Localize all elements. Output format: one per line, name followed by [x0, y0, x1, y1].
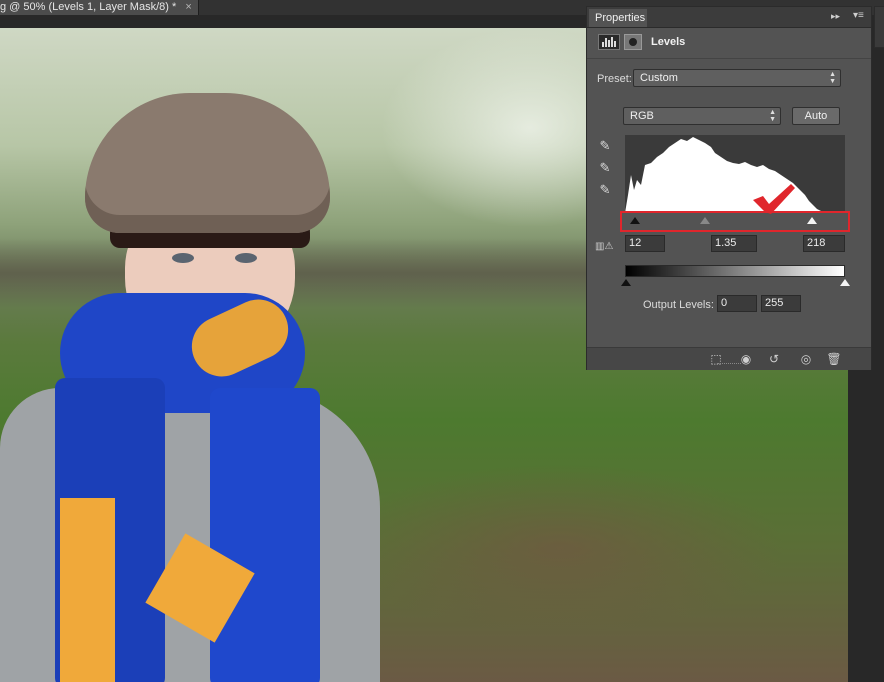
- resize-grip[interactable]: [717, 363, 741, 367]
- output-levels-label: Output Levels:: [643, 299, 714, 311]
- channel-dropdown[interactable]: RGB ▲ ▼: [623, 107, 781, 125]
- dropdown-arrows-icon: ▲ ▼: [829, 71, 836, 85]
- collapsed-panel-strip[interactable]: [874, 6, 884, 48]
- close-tab-icon[interactable]: ×: [185, 0, 191, 14]
- trash-icon[interactable]: 🗑: [825, 351, 843, 367]
- black-eyedropper-icon[interactable]: ✎: [597, 138, 613, 154]
- adjustment-header: Levels: [587, 28, 871, 59]
- panel-tab-bar: Properties ▸▸ ▾≡: [587, 7, 871, 28]
- output-white-handle[interactable]: [840, 279, 850, 286]
- input-gamma-field[interactable]: 1.35: [711, 235, 757, 252]
- adjustment-title: Levels: [651, 36, 686, 48]
- input-white-field[interactable]: 218: [803, 235, 845, 252]
- histogram-graph: [625, 137, 845, 213]
- preset-dropdown[interactable]: Custom ▲ ▼: [633, 69, 841, 87]
- properties-tab[interactable]: Properties: [589, 9, 647, 27]
- histogram-shape: [625, 137, 845, 213]
- output-black-handle[interactable]: [621, 279, 631, 286]
- reset-icon[interactable]: ↺: [765, 351, 783, 367]
- visibility-eye-icon[interactable]: ◎: [797, 351, 815, 367]
- scarf-left-stripe: [60, 498, 115, 682]
- output-black-field[interactable]: 0: [717, 295, 757, 312]
- annotation-highlight-box: [620, 211, 850, 232]
- annotation-checkmark-icon: [753, 184, 795, 214]
- preset-label: Preset:: [597, 73, 632, 85]
- panel-menu-icon[interactable]: ▾≡: [853, 10, 864, 21]
- input-black-field[interactable]: 12: [625, 235, 665, 252]
- collapse-panel-icon[interactable]: ▸▸: [831, 11, 840, 22]
- preset-value: Custom: [640, 72, 678, 84]
- output-gradient-bar: [625, 265, 845, 277]
- channel-value: RGB: [630, 110, 654, 122]
- document-tab[interactable]: g @ 50% (Levels 1, Layer Mask/8) * ×: [0, 0, 199, 15]
- scarf-right-end: [210, 388, 320, 682]
- output-white-field[interactable]: 255: [761, 295, 801, 312]
- dropdown-arrows-icon: ▲ ▼: [769, 109, 776, 123]
- child-cap: [85, 93, 330, 233]
- gray-eyedropper-icon[interactable]: ✎: [597, 160, 613, 176]
- document-tab-title: g @ 50% (Levels 1, Layer Mask/8) *: [0, 1, 177, 13]
- clipping-warning-icon[interactable]: ▥⚠: [595, 241, 613, 252]
- layer-mask-icon[interactable]: [624, 34, 642, 50]
- white-eyedropper-icon[interactable]: ✎: [597, 182, 613, 198]
- child-eye-right: [235, 253, 257, 263]
- auto-button[interactable]: Auto: [792, 107, 840, 125]
- histogram: [625, 135, 845, 213]
- levels-histogram-icon[interactable]: [598, 34, 620, 50]
- properties-panel: Properties ▸▸ ▾≡ Levels Preset: Custom ▲…: [586, 6, 872, 370]
- child-eye-left: [172, 253, 194, 263]
